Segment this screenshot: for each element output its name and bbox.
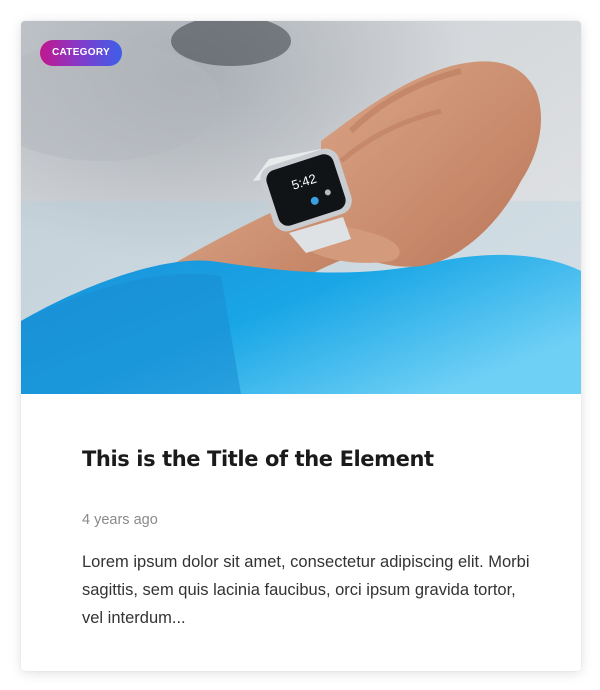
- card-title[interactable]: This is the Title of the Element: [82, 447, 434, 471]
- article-card[interactable]: 5:42 CATEGORY This is the Title of the E…: [21, 21, 581, 671]
- smartwatch-photo: 5:42: [21, 21, 581, 394]
- post-date: 4 years ago: [82, 512, 158, 528]
- category-badge[interactable]: CATEGORY: [40, 40, 122, 66]
- featured-image[interactable]: 5:42 CATEGORY: [21, 21, 581, 394]
- card-excerpt: Lorem ipsum dolor sit amet, consectetur …: [82, 553, 530, 627]
